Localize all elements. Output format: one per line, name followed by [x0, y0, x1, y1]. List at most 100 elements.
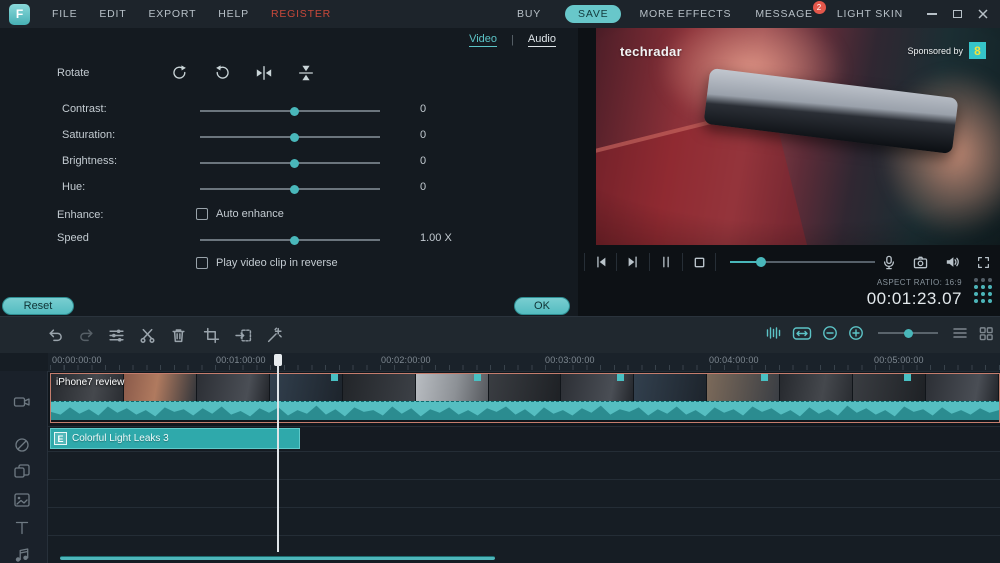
play-reverse-label: Play video clip in reverse — [216, 257, 338, 269]
more-effects-button[interactable]: MORE EFFECTS — [639, 8, 731, 20]
timeline-zoom-slider[interactable] — [878, 332, 938, 334]
audio-mixer-button[interactable] — [108, 327, 125, 344]
track-header-column — [0, 371, 48, 563]
grid-view-button[interactable] — [978, 326, 994, 341]
resize-handle-dots[interactable] — [974, 278, 992, 303]
next-frame-button[interactable] — [617, 253, 650, 271]
clip-properties-panel: Video | Audio Rotate Contrast: 0 — [0, 28, 578, 316]
effects-track-icon[interactable] — [13, 436, 31, 454]
hue-row: Hue: 0 — [0, 178, 578, 200]
sponsored-by-label: Sponsored by — [907, 46, 963, 56]
auto-enhance-label: Auto enhance — [216, 208, 284, 220]
audio-waveform-toggle[interactable] — [765, 325, 782, 341]
reset-button[interactable]: Reset — [2, 297, 74, 315]
snapshot-camera-button[interactable] — [913, 256, 928, 269]
play-reverse-checkbox[interactable] — [196, 257, 208, 269]
effects-wand-button[interactable] — [266, 327, 283, 344]
pause-button[interactable] — [650, 253, 683, 271]
previous-frame-button[interactable] — [584, 253, 617, 271]
menu-item-export[interactable]: EXPORT — [149, 8, 197, 20]
clip-marker — [331, 374, 338, 381]
timeline-ruler[interactable]: 00:00:00:00 00:01:00:00 00:02:00:00 00:0… — [48, 353, 1000, 371]
text-track-icon[interactable] — [13, 519, 31, 537]
enhance-label: Enhance: — [57, 209, 103, 221]
save-button[interactable]: SAVE — [565, 5, 621, 23]
elements-track-icon[interactable] — [13, 491, 31, 509]
voiceover-mic-button[interactable] — [882, 255, 896, 270]
menu-item-help[interactable]: HELP — [218, 8, 249, 20]
delete-button[interactable] — [170, 327, 187, 344]
maximize-icon[interactable] — [953, 10, 962, 18]
hue-slider[interactable] — [200, 188, 380, 190]
tab-video[interactable]: Video — [469, 33, 497, 47]
app-logo-letter: F — [16, 7, 23, 21]
speed-slider-thumb[interactable] — [290, 236, 299, 245]
redo-button[interactable] — [78, 327, 95, 344]
fullscreen-button[interactable] — [977, 256, 990, 269]
app-logo[interactable]: F — [9, 4, 30, 25]
volume-button[interactable] — [945, 255, 960, 269]
close-icon[interactable] — [978, 9, 988, 19]
ruler-ticks — [50, 365, 1000, 370]
playhead-line[interactable] — [277, 365, 279, 552]
zoom-in-button[interactable] — [848, 325, 864, 341]
clip-marker — [761, 374, 768, 381]
timeline-toolbar — [0, 317, 1000, 353]
saturation-value: 0 — [420, 129, 426, 141]
video-clip[interactable]: iPhone7 review — [50, 373, 1000, 423]
overlay-track-icon[interactable] — [13, 463, 31, 481]
menu-item-register[interactable]: REGISTER — [271, 8, 331, 20]
crop-button[interactable] — [203, 327, 220, 344]
ok-button[interactable]: OK — [514, 297, 570, 315]
contrast-label: Contrast: — [62, 103, 107, 115]
rotate-clockwise-icon[interactable] — [171, 64, 189, 82]
current-timecode: 00:01:23.07 — [867, 289, 962, 309]
brightness-slider-thumb[interactable] — [290, 159, 299, 168]
saturation-slider-thumb[interactable] — [290, 133, 299, 142]
split-scissors-button[interactable] — [139, 327, 156, 344]
ruler-label-0: 00:00:00:00 — [52, 355, 102, 365]
saturation-slider[interactable] — [200, 136, 380, 138]
preview-video[interactable]: techradar Sponsored by 8 — [596, 28, 1000, 245]
rotate-counterclockwise-icon[interactable] — [213, 64, 231, 82]
menu-item-edit[interactable]: EDIT — [99, 8, 126, 20]
auto-enhance-checkbox[interactable] — [196, 208, 208, 220]
techradar-watermark: techradar — [620, 44, 682, 59]
seek-thumb[interactable] — [756, 257, 766, 267]
effect-clip-icon: E — [54, 432, 67, 445]
zoom-out-button[interactable] — [822, 325, 838, 341]
transport-controls — [578, 247, 1000, 277]
audio-track-icon[interactable] — [13, 546, 31, 563]
stop-button[interactable] — [683, 253, 716, 271]
rotate-label: Rotate — [57, 67, 89, 79]
minimize-icon[interactable] — [927, 13, 937, 15]
tab-audio[interactable]: Audio — [528, 33, 556, 47]
export-frame-button[interactable] — [235, 327, 252, 344]
flip-horizontal-icon[interactable] — [255, 64, 273, 82]
effect-clip[interactable]: E Colorful Light Leaks 3 — [50, 428, 300, 449]
fit-to-timeline-button[interactable] — [792, 326, 812, 341]
clip-thumbnails — [51, 374, 999, 401]
timeline-zoom-thumb[interactable] — [904, 329, 913, 338]
saturation-row: Saturation: 0 — [0, 126, 578, 148]
seek-slider[interactable] — [730, 261, 875, 263]
flip-vertical-icon[interactable] — [297, 64, 315, 82]
list-view-button[interactable] — [952, 326, 968, 340]
speed-slider[interactable] — [200, 239, 380, 241]
contrast-value: 0 — [420, 103, 426, 115]
hue-slider-thumb[interactable] — [290, 185, 299, 194]
contrast-slider-thumb[interactable] — [290, 107, 299, 116]
contrast-row: Contrast: 0 — [0, 100, 578, 122]
message-button[interactable]: MESSAGE 2 — [755, 8, 813, 20]
light-skin-button[interactable]: LIGHT SKIN — [837, 8, 903, 20]
brightness-slider[interactable] — [200, 162, 380, 164]
menu-item-file[interactable]: FILE — [52, 8, 77, 20]
clip-marker — [904, 374, 911, 381]
buy-button[interactable]: BUY — [517, 8, 541, 20]
brightness-label: Brightness: — [62, 155, 117, 167]
undo-button[interactable] — [47, 327, 64, 344]
video-track-icon[interactable] — [13, 393, 31, 411]
preview-panel: techradar Sponsored by 8 — [578, 28, 1000, 316]
contrast-slider[interactable] — [200, 110, 380, 112]
timeline-scrollbar[interactable] — [60, 556, 495, 560]
